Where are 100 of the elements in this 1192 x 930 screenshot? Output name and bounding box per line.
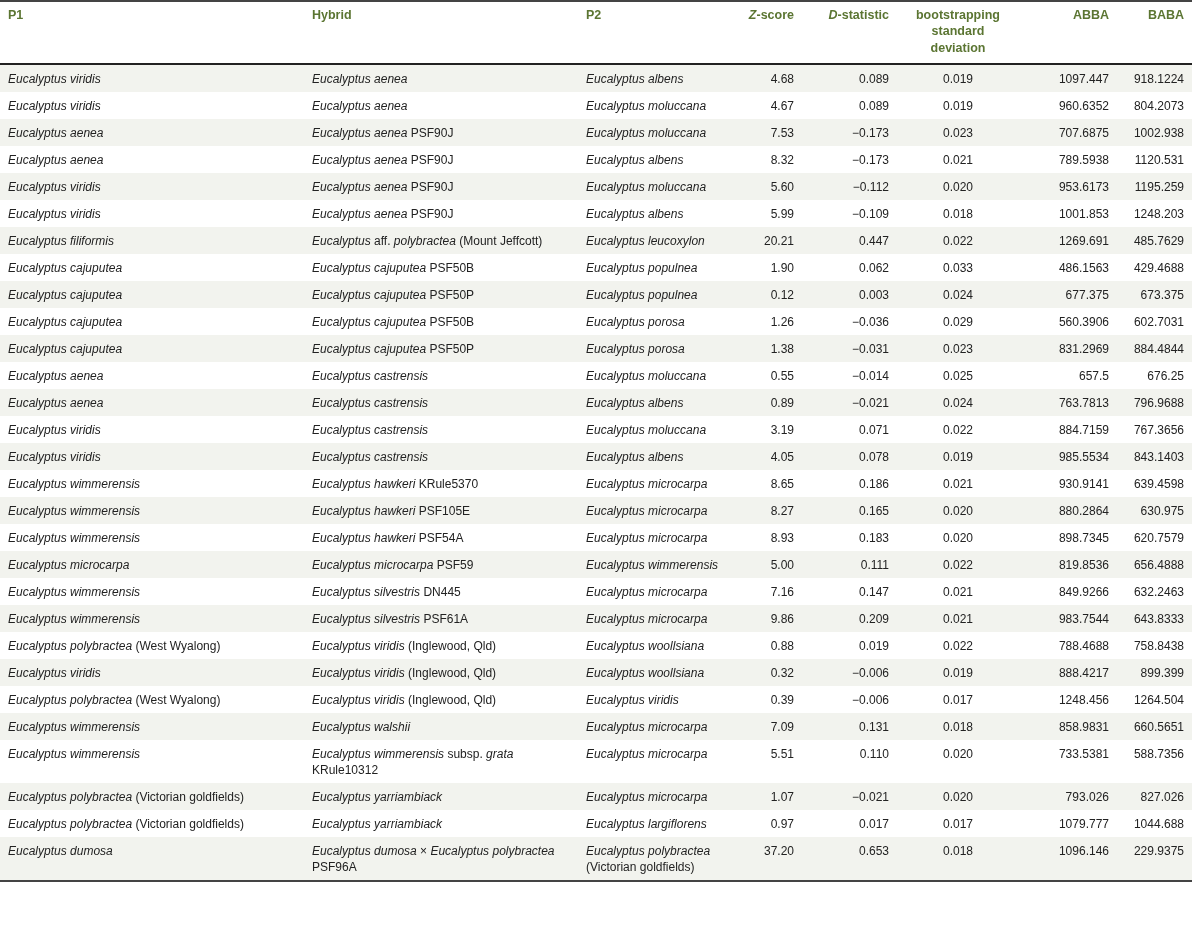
table-cell: 0.019 (943, 450, 973, 464)
table-cell: 0.023 (943, 342, 973, 356)
table-cell: Eucalyptus microcarpa (586, 747, 708, 761)
table-cell: Eucalyptus leucoxylon (586, 234, 705, 248)
table-cell: 0.003 (858, 288, 889, 302)
table-cell: Eucalyptus castrensis (312, 369, 429, 383)
table-cell: 707.6875 (1058, 126, 1109, 140)
table-cell: Eucalyptus aenea PSF90J (312, 153, 454, 167)
table-cell: 0.024 (943, 288, 973, 302)
table-cell: Eucalyptus aenea (312, 72, 408, 86)
table-cell: Eucalyptus castrensis (312, 396, 429, 410)
table-cell: Eucalyptus wimmerensis (8, 612, 141, 626)
table-cell: 0.022 (943, 423, 973, 437)
table-cell: 899.399 (1140, 666, 1184, 680)
table-cell: Eucalyptus aenea (8, 369, 104, 383)
table-cell: 1.38 (770, 342, 794, 356)
column-header: P2 (586, 8, 602, 22)
table-cell: 849.9266 (1058, 585, 1109, 599)
table-cell: 0.183 (858, 531, 889, 545)
table-cell: 5.60 (770, 180, 794, 194)
table-cell: 985.5534 (1058, 450, 1109, 464)
table-cell: Eucalyptus wimmerensis subsp. grata KRule10312 (312, 747, 514, 777)
table-cell: 1269.691 (1058, 234, 1109, 248)
table-cell: 1097.447 (1058, 72, 1109, 86)
table-cell: 0.062 (858, 261, 889, 275)
table-cell: −0.036 (851, 315, 889, 329)
table-cell: Eucalyptus dumosa (8, 844, 113, 858)
table-cell: Eucalyptus polybractea (Victorian goldfields) (8, 817, 244, 831)
table-cell: Eucalyptus cajuputea (8, 288, 123, 302)
table-cell: Eucalyptus albens (586, 207, 684, 221)
table-cell: 37.20 (763, 844, 794, 858)
table-cell: Eucalyptus aenea (8, 153, 104, 167)
table-cell: 0.110 (859, 747, 889, 761)
table-cell: Eucalyptus microcarpa (8, 558, 130, 572)
table-cell: Eucalyptus yarriambiack (312, 790, 443, 804)
table-cell: 0.020 (943, 180, 973, 194)
table-cell: 588.7356 (1133, 747, 1184, 761)
table-cell: Eucalyptus moluccana (586, 126, 707, 140)
table-cell: 0.017 (943, 693, 973, 707)
table-cell: 9.86 (770, 612, 794, 626)
column-header: ABBA (1072, 8, 1109, 22)
table-cell: 0.029 (943, 315, 973, 329)
table-cell: 0.019 (858, 639, 889, 653)
table-cell: Eucalyptus wimmerensis (8, 477, 141, 491)
table-cell: Eucalyptus aenea (8, 396, 104, 410)
table-cell: 793.026 (1065, 790, 1109, 804)
table-cell: Eucalyptus populnea (586, 261, 698, 275)
table-cell: 831.2969 (1058, 342, 1109, 356)
table-cell: 1248.456 (1058, 693, 1109, 707)
table-cell: 888.4217 (1058, 666, 1109, 680)
table-cell: 657.5 (1078, 369, 1109, 383)
table-cell: Eucalyptus aenea PSF90J (312, 207, 454, 221)
column-header: P1 (8, 8, 24, 22)
table-cell: Eucalyptus woollsiana (586, 666, 705, 680)
table-cell: Eucalyptus microcarpa (586, 720, 708, 734)
table-cell: Eucalyptus microcarpa (586, 504, 708, 518)
table-cell: 0.447 (858, 234, 889, 248)
table-cell: 0.131 (858, 720, 889, 734)
table-cell: 643.8333 (1133, 612, 1184, 626)
table-cell: Eucalyptus cajuputea (8, 261, 123, 275)
table-cell: Eucalyptus moluccana (586, 99, 707, 113)
table-cell: 884.4844 (1133, 342, 1184, 356)
table-cell: 0.019 (943, 666, 973, 680)
table-cell: Eucalyptus polybractea (West Wyalong) (8, 639, 221, 653)
table-cell: −0.031 (851, 342, 889, 356)
table-cell: Eucalyptus cajuputea (8, 315, 123, 329)
table-cell: Eucalyptus polybractea (Victorian goldfields) (8, 790, 244, 804)
table-cell: −0.021 (851, 396, 889, 410)
table-cell: Eucalyptus wimmerensis (8, 585, 141, 599)
table-cell: Eucalyptus viridis (8, 72, 101, 86)
table-cell: 898.7345 (1058, 531, 1109, 545)
table-cell: −0.112 (852, 180, 889, 194)
table-cell: Eucalyptus viridis (Inglewood, Qld) (312, 639, 497, 653)
table-cell: 5.51 (770, 747, 794, 761)
table-cell: Eucalyptus cajuputea PSF50P (312, 342, 475, 356)
table-cell: 485.7629 (1133, 234, 1184, 248)
table-cell: Eucalyptus polybractea (West Wyalong) (8, 693, 221, 707)
table-cell: 7.53 (770, 126, 794, 140)
table-cell: Eucalyptus viridis (8, 99, 101, 113)
table-cell: 1044.688 (1133, 817, 1184, 831)
table-cell: 0.32 (770, 666, 794, 680)
table-cell: 0.017 (943, 817, 973, 831)
table-cell: Eucalyptus porosa (586, 342, 685, 356)
table-cell: 1264.504 (1133, 693, 1184, 707)
table-cell: 0.018 (943, 207, 973, 221)
table-cell: 1002.938 (1133, 126, 1184, 140)
table-cell: 0.021 (943, 585, 973, 599)
table-cell: 918.1224 (1133, 72, 1184, 86)
table-cell: Eucalyptus albens (586, 396, 684, 410)
table-cell: 1195.259 (1134, 180, 1184, 194)
table-cell: 0.165 (858, 504, 889, 518)
table-cell: 0.020 (943, 504, 973, 518)
table-cell: 229.9375 (1133, 844, 1184, 858)
table-cell: 0.653 (858, 844, 889, 858)
table-cell: Eucalyptus microcarpa (586, 790, 708, 804)
table-cell: 0.019 (943, 99, 973, 113)
table-cell: 4.68 (770, 72, 794, 86)
table-cell: 5.00 (770, 558, 794, 572)
table-cell: 763.7813 (1058, 396, 1109, 410)
table-cell: 789.5938 (1058, 153, 1109, 167)
